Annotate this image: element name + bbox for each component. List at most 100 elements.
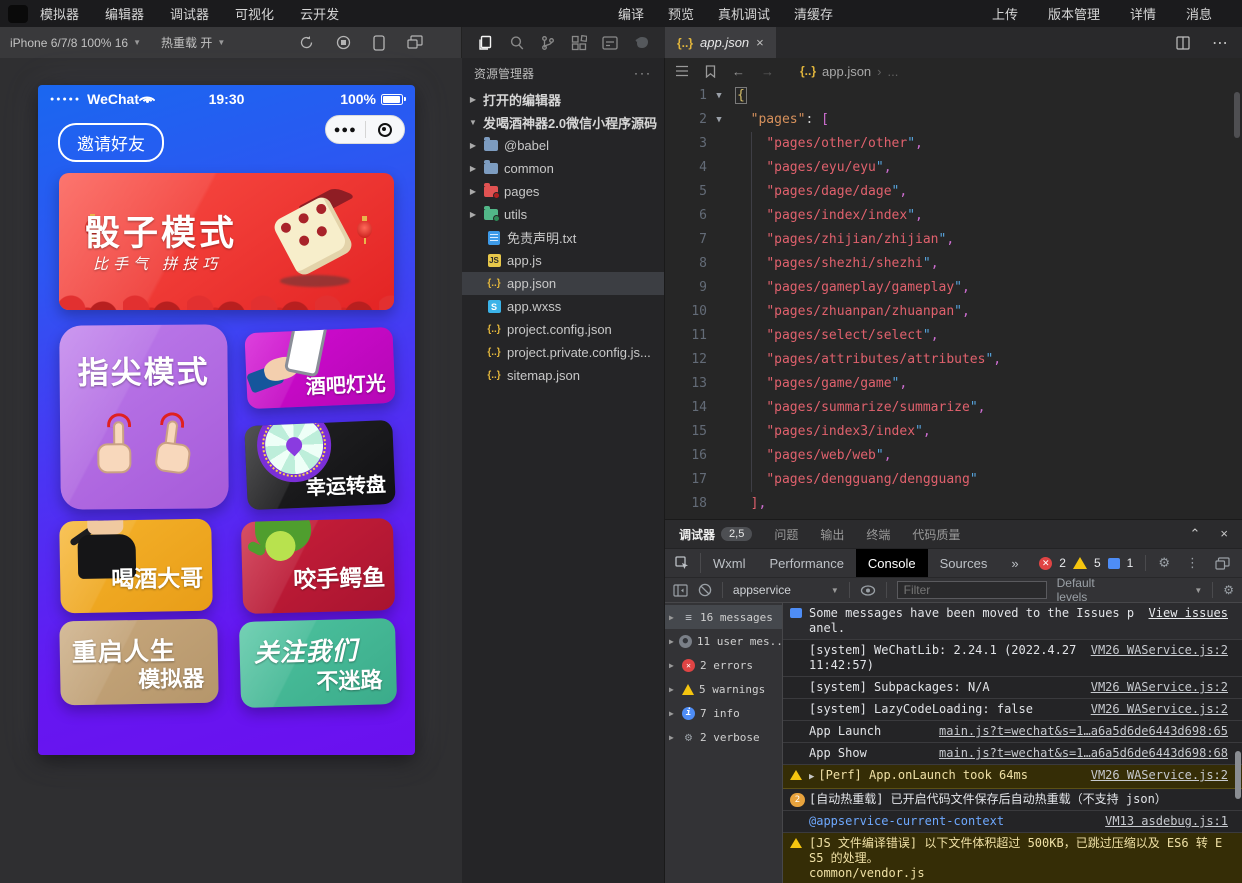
menu-item[interactable]: 详情 [1130, 4, 1156, 23]
source-link[interactable]: VM26 WAService.js:2 [1091, 680, 1228, 695]
extensions-icon[interactable] [571, 35, 587, 51]
more-actions-icon[interactable]: ··· [634, 66, 652, 80]
fingertip-mode-card[interactable]: 指尖模式 [59, 324, 229, 509]
collapse-icon[interactable]: ⌃ [1190, 526, 1201, 542]
kebab-menu-icon[interactable]: ⋮ [1186, 555, 1199, 571]
menu-item[interactable]: 调试器 [170, 4, 209, 23]
menu-item[interactable]: 消息 [1186, 4, 1212, 23]
tree-item[interactable]: {..}project.private.config.js... [462, 341, 664, 364]
tree-item[interactable]: {..}sitemap.json [462, 364, 664, 387]
console-filter-list[interactable]: ▶≡16 messages [665, 605, 782, 629]
tree-item[interactable]: JSapp.js [462, 249, 664, 272]
debugger-tab[interactable]: 代码质量 [912, 526, 960, 543]
fold-chevron-icon[interactable]: ▼ [711, 108, 727, 132]
menu-item[interactable]: 可视化 [235, 4, 274, 23]
project-root-section[interactable]: ▼ 发喝酒神器2.0微信小程序源码 [462, 111, 664, 134]
gear-icon[interactable]: ⚙ [1158, 555, 1170, 571]
context-selector[interactable]: appservice▼ [733, 583, 839, 597]
menu-item[interactable]: 编辑器 [105, 4, 144, 23]
hot-reload-selector[interactable]: 热重载 开▼ [151, 34, 235, 51]
sidebar-toggle-icon[interactable] [673, 584, 688, 597]
tab-app-json[interactable]: {..} app.json × [665, 27, 776, 58]
tree-item[interactable]: ▶@babel [462, 134, 664, 157]
tree-item[interactable]: {..}project.config.json [462, 318, 664, 341]
split-editor-icon[interactable] [1176, 36, 1190, 50]
inspect-element-icon[interactable] [665, 553, 701, 573]
close-icon[interactable]: × [756, 35, 764, 50]
expand-arrow-icon[interactable]: ▶ [809, 772, 814, 782]
console-filter-verbose[interactable]: ▶⚙2 verbose [665, 725, 782, 749]
source-link[interactable]: VM26 WAService.js:2 [1091, 768, 1228, 785]
menu-item[interactable]: 云开发 [300, 4, 339, 23]
log-levels-selector[interactable]: Default levels ▼ [1057, 576, 1203, 604]
console-filter-error[interactable]: ▶✕2 errors [665, 653, 782, 677]
issues-count-icon[interactable] [1108, 558, 1120, 569]
console-settings-icon[interactable]: ⚙ [1223, 583, 1234, 597]
menu-item[interactable]: 模拟器 [40, 4, 79, 23]
tab-overflow-icon[interactable]: » [999, 549, 1030, 578]
debugger-tab[interactable]: 输出 [820, 526, 844, 543]
dock-side-icon[interactable] [1215, 557, 1230, 570]
console-scrollbar[interactable] [1235, 751, 1241, 799]
clear-console-icon[interactable] [698, 583, 712, 597]
source-link[interactable]: main.js?t=wechat&s=1…a6a5d6de6443d698:65 [939, 724, 1228, 739]
refresh-icon[interactable] [299, 35, 314, 51]
console-filter-info[interactable]: ▶i7 info [665, 701, 782, 725]
view-issues-link[interactable]: View issues [1149, 606, 1228, 636]
npm-panel-icon[interactable] [602, 36, 618, 50]
restart-life-card[interactable]: 重启人生 模拟器 [59, 619, 218, 706]
tree-item[interactable]: ▶utils [462, 203, 664, 226]
menu-item[interactable]: 版本管理 [1048, 4, 1100, 23]
close-icon[interactable]: × [1220, 526, 1228, 542]
follow-us-card[interactable]: 关注我们 不迷路 [239, 618, 397, 708]
console-filter-warning[interactable]: ▶5 warnings [665, 677, 782, 701]
console-filter-user[interactable]: ▶●11 user mes... [665, 629, 782, 653]
menu-item[interactable]: 真机调试 [718, 4, 770, 23]
drinking-brother-card[interactable]: 喝酒大哥 [59, 519, 213, 614]
outline-icon[interactable] [675, 65, 689, 77]
debugger-tab[interactable]: 终端 [866, 526, 890, 543]
tree-item[interactable]: 免责声明.txt [462, 226, 664, 249]
debugger-tab[interactable]: 问题 [774, 526, 798, 543]
source-link[interactable]: VM26 WAService.js:2 [1091, 643, 1228, 673]
tree-item[interactable]: ▶pages [462, 180, 664, 203]
source-link[interactable]: VM13 asdebug.js:1 [1105, 814, 1228, 829]
lucky-wheel-card[interactable]: 幸运转盘 [244, 420, 396, 510]
more-menu-icon[interactable]: ●●● [326, 124, 365, 136]
menu-item[interactable]: 上传 [992, 4, 1018, 23]
editor-scrollbar[interactable] [1234, 92, 1240, 138]
source-link[interactable]: VM26 WAService.js:2 [1091, 702, 1228, 717]
devtools-tab-performance[interactable]: Performance [758, 549, 856, 578]
phone-icon[interactable] [373, 35, 385, 51]
breadcrumb-file[interactable]: app.json [822, 64, 871, 79]
tree-item[interactable]: Sapp.wxss [462, 295, 664, 318]
breadcrumb-rest[interactable]: ... [888, 64, 899, 79]
open-editors-section[interactable]: ▶ 打开的编辑器 [462, 88, 664, 111]
debugger-tab[interactable]: 调试器2,5 [679, 526, 752, 543]
source-control-icon[interactable] [540, 35, 556, 51]
devtools-tab-console[interactable]: Console [856, 549, 928, 578]
multi-window-icon[interactable] [407, 35, 423, 51]
bookmark-icon[interactable] [705, 65, 716, 78]
hand-icon[interactable] [634, 35, 650, 50]
back-arrow-icon[interactable]: ← [732, 64, 745, 79]
files-icon[interactable] [477, 35, 493, 51]
biting-crocodile-card[interactable]: 咬手鳄鱼 [241, 518, 395, 614]
search-icon[interactable] [509, 35, 525, 51]
forward-arrow-icon[interactable]: → [761, 64, 774, 79]
stop-icon[interactable] [336, 35, 351, 51]
minimize-target-icon[interactable] [366, 123, 405, 137]
tree-item[interactable]: ▶common [462, 157, 664, 180]
menu-item[interactable]: 清缓存 [794, 4, 833, 23]
eye-icon[interactable] [860, 585, 876, 596]
devtools-tab-wxml[interactable]: Wxml [701, 549, 758, 578]
menu-item[interactable]: 预览 [668, 4, 694, 23]
source-link[interactable]: main.js?t=wechat&s=1…a6a5d6de6443d698:68 [939, 746, 1228, 761]
device-selector[interactable]: iPhone 6/7/8 100% 16▼ [0, 36, 151, 50]
devtools-tab-sources[interactable]: Sources [928, 549, 1000, 578]
bar-lights-card[interactable]: 酒吧灯光 [244, 327, 395, 409]
fold-chevron-icon[interactable]: ▼ [711, 84, 727, 108]
error-count-icon[interactable]: ✕ [1039, 557, 1052, 570]
tree-item[interactable]: {..}app.json [462, 272, 664, 295]
warning-count-icon[interactable] [1073, 557, 1087, 569]
